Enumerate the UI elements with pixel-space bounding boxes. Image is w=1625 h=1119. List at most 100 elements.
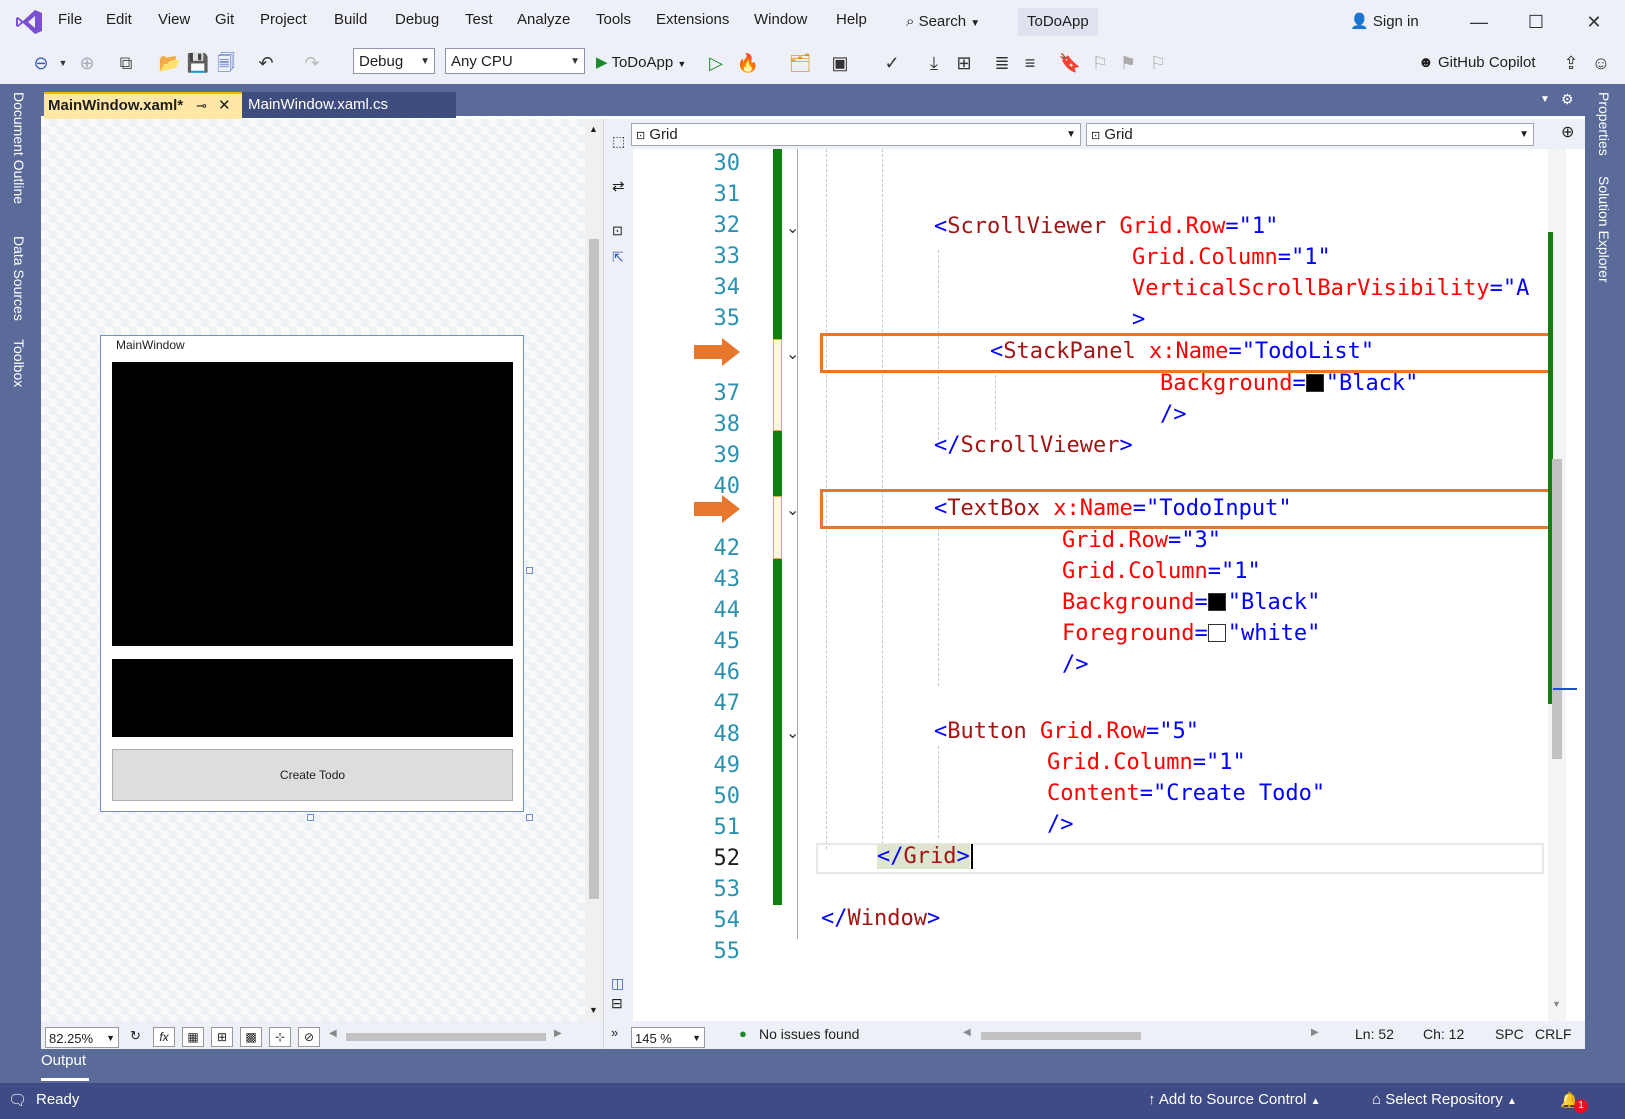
indent-icon[interactable]: ≡ xyxy=(1018,51,1042,75)
tab-mainwindow-xaml-cs[interactable]: MainWindow.xaml.cs xyxy=(242,92,456,118)
navigate-forward-icon[interactable]: ⊕ xyxy=(76,51,98,75)
output-tab[interactable]: Output xyxy=(41,1052,86,1069)
scroll-right-icon[interactable]: ▶ xyxy=(1311,1027,1319,1038)
maximize-button[interactable]: ☐ xyxy=(1514,6,1558,38)
visual-studio-logo-icon[interactable] xyxy=(14,7,44,37)
snap-gridlines-icon[interactable]: ⊞ xyxy=(211,1027,233,1047)
collapse-pane-icon[interactable]: » xyxy=(611,1025,618,1040)
snap-lines-icon[interactable]: ⊹ xyxy=(269,1027,291,1047)
resize-handle[interactable] xyxy=(526,567,533,574)
project-code-icon[interactable]: ⊘ xyxy=(298,1027,320,1047)
chevron-down-icon[interactable]: ▼ xyxy=(58,51,68,75)
collapse-chevron-icon[interactable]: ⌄ xyxy=(786,344,799,364)
swap-panes-icon[interactable]: ⇄ xyxy=(612,177,625,195)
split-editor-icon[interactable]: ⊕ xyxy=(1561,122,1574,142)
horizontal-split-icon[interactable]: ⊟ xyxy=(611,995,623,1012)
scroll-left-icon[interactable]: ◀ xyxy=(329,1028,337,1039)
close-button[interactable]: ✕ xyxy=(1572,6,1616,38)
menu-tools[interactable]: Tools xyxy=(596,11,631,28)
editor-zoom-select[interactable]: 145 % ▼ xyxy=(631,1027,705,1048)
open-folder-icon[interactable]: 📂 xyxy=(158,51,182,75)
sign-in-button[interactable]: 👤 Sign in xyxy=(1350,8,1419,36)
start-without-debugging-icon[interactable]: ▷ xyxy=(704,51,728,75)
menu-build[interactable]: Build xyxy=(334,11,367,28)
add-to-source-control-button[interactable]: ↑ Add to Source Control ▲ xyxy=(1148,1091,1321,1108)
editor-vertical-scrollbar[interactable]: ▼ xyxy=(1548,149,1566,1021)
column-indicator[interactable]: Ch: 12 xyxy=(1423,1026,1464,1042)
scroll-up-icon[interactable]: ▲ xyxy=(589,124,598,134)
layout-icon[interactable]: ▣ xyxy=(828,51,852,75)
collapse-chevron-icon[interactable]: ⌄ xyxy=(786,723,799,743)
clear-bookmarks-icon[interactable]: ⚐ xyxy=(1146,51,1170,75)
menu-debug[interactable]: Debug xyxy=(395,11,439,28)
vertical-split-icon[interactable]: ◫ xyxy=(611,975,624,992)
start-debugging-button[interactable]: ▶ ToDoApp ▼ xyxy=(596,51,686,75)
preview-stackpanel-todolist[interactable] xyxy=(112,362,513,646)
settings-gear-icon[interactable]: ⚙ xyxy=(1561,91,1574,108)
menu-git[interactable]: Git xyxy=(215,11,234,28)
previous-bookmark-icon[interactable]: ⚐ xyxy=(1088,51,1112,75)
menu-project[interactable]: Project xyxy=(260,11,307,28)
editor-horizontal-scroll-thumb[interactable] xyxy=(981,1032,1141,1040)
preview-create-todo-button[interactable]: Create Todo xyxy=(112,749,513,801)
github-copilot-button[interactable]: ☻ GitHub Copilot xyxy=(1418,51,1536,75)
scrollbar-thumb[interactable] xyxy=(589,239,599,899)
whitespace-indicator[interactable]: SPC xyxy=(1495,1026,1524,1042)
spell-check-icon[interactable]: ✓ xyxy=(880,51,904,75)
outdent-icon[interactable]: ≣ xyxy=(990,51,1014,75)
undo-icon[interactable]: ↶ xyxy=(254,51,278,75)
output-window-icon[interactable]: 🗨 xyxy=(8,1091,27,1109)
zoom-to-fit-icon[interactable]: ⬚ xyxy=(612,133,625,150)
feedback-icon[interactable]: ☺ xyxy=(1590,51,1612,75)
preview-textbox-todoinput[interactable] xyxy=(112,659,513,737)
element-navigation-left[interactable]: ⊡ Grid ▼ xyxy=(631,123,1081,146)
scroll-down-icon[interactable]: ▼ xyxy=(1552,999,1561,1009)
pin-icon[interactable]: ⊸ xyxy=(196,94,207,117)
toolbox-tab[interactable]: Toolbox xyxy=(11,339,27,387)
menu-view[interactable]: View xyxy=(158,11,190,28)
navigate-back-icon[interactable]: ⊖ xyxy=(30,51,52,75)
refresh-icon[interactable]: ↻ xyxy=(130,1028,141,1044)
menu-window[interactable]: Window xyxy=(754,11,807,28)
menu-analyze[interactable]: Analyze xyxy=(517,11,570,28)
designer-horizontal-scroll-thumb[interactable] xyxy=(346,1033,546,1041)
bookmark-icon[interactable]: 🔖 xyxy=(1058,51,1082,75)
browse-folder-icon[interactable]: 🗂 xyxy=(788,51,812,75)
issues-status[interactable]: No issues found xyxy=(759,1026,859,1042)
xaml-view-icon[interactable]: ⊡ xyxy=(612,223,623,239)
grid-toggle-icon[interactable]: ▦ xyxy=(182,1027,204,1047)
search-button[interactable]: ⌕ Search ▼ xyxy=(906,8,996,36)
save-icon[interactable]: 💾 xyxy=(186,51,210,75)
designer-vertical-scrollbar[interactable]: ▲ ▼ xyxy=(585,119,603,1021)
new-project-icon[interactable]: ⧉ xyxy=(114,51,138,75)
select-repository-button[interactable]: ⌂ Select Repository ▲ xyxy=(1372,1091,1517,1108)
document-outline-tab[interactable]: Document Outline xyxy=(11,92,27,204)
scroll-down-icon[interactable]: ▼ xyxy=(589,1005,598,1015)
platform-select[interactable]: Any CPU ▼ xyxy=(445,48,585,74)
element-navigation-right[interactable]: ⊡ Grid ▼ xyxy=(1086,123,1534,146)
designer-zoom-select[interactable]: 82.25% ▼ xyxy=(45,1027,119,1048)
scrollbar-thumb[interactable] xyxy=(1552,459,1562,759)
solution-explorer-tab[interactable]: Solution Explorer xyxy=(1596,176,1612,283)
step-icon[interactable]: ⤓ xyxy=(922,51,946,75)
menu-extensions[interactable]: Extensions xyxy=(656,11,729,28)
configuration-select[interactable]: Debug ▼ xyxy=(353,48,435,74)
scroll-left-icon[interactable]: ◀ xyxy=(963,1027,971,1038)
menu-test[interactable]: Test xyxy=(465,11,493,28)
redo-icon[interactable]: ↷ xyxy=(300,51,324,75)
popout-icon[interactable]: ⇱ xyxy=(612,249,624,266)
scroll-right-icon[interactable]: ▶ xyxy=(554,1028,562,1039)
share-icon[interactable]: ⇪ xyxy=(1560,51,1582,75)
data-sources-tab[interactable]: Data Sources xyxy=(11,236,27,321)
effects-toggle[interactable]: fx xyxy=(153,1027,175,1047)
menu-help[interactable]: Help xyxy=(836,11,867,28)
resize-handle[interactable] xyxy=(526,814,533,821)
line-ending-indicator[interactable]: CRLF xyxy=(1535,1026,1572,1042)
close-icon[interactable]: ✕ xyxy=(218,94,231,117)
menu-file[interactable]: File xyxy=(58,11,82,28)
collapse-chevron-icon[interactable]: ⌄ xyxy=(786,218,799,238)
menu-edit[interactable]: Edit xyxy=(106,11,132,28)
properties-tab[interactable]: Properties xyxy=(1596,92,1612,156)
line-indicator[interactable]: Ln: 52 xyxy=(1355,1026,1394,1042)
minimize-button[interactable]: — xyxy=(1457,6,1501,38)
